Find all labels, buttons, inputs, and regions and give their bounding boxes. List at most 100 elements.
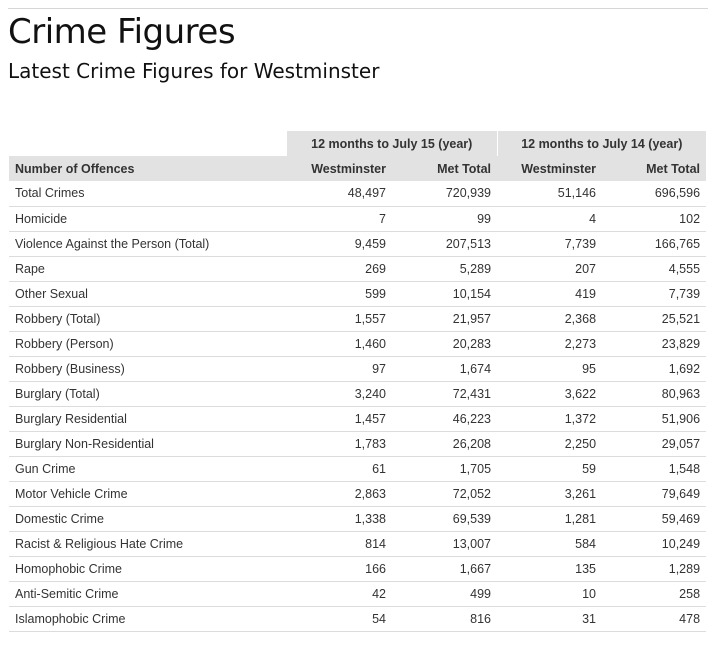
- met-total-2014-cell: 25,521: [602, 306, 707, 332]
- met-total-2015-cell: 20,283: [392, 331, 498, 357]
- met-total-2014-cell: 258: [602, 581, 707, 607]
- westminster-2014-cell: 51,146: [497, 181, 603, 207]
- offence-name-cell: Burglary Residential: [9, 406, 287, 432]
- met-total-2014-cell: 696,596: [602, 181, 707, 207]
- westminster-2014-cell: 2,250: [497, 431, 603, 457]
- offence-name-cell: Racist & Religious Hate Crime: [9, 531, 287, 557]
- offence-name-cell: Burglary (Total): [9, 381, 287, 407]
- westminster-2014-cell: 584: [497, 531, 603, 557]
- met-total-2014-cell: 59,469: [602, 506, 707, 532]
- westminster-2014-cell: 2,273: [497, 331, 603, 357]
- period-header-2015: 12 months to July 15 (year): [287, 131, 498, 156]
- offence-name-cell: Total Crimes: [9, 181, 287, 207]
- table-row: Rape 269 5,289 207 4,555: [9, 256, 707, 282]
- column-header-westminster-2014: Westminster: [497, 156, 603, 181]
- met-total-2015-cell: 72,431: [392, 381, 498, 407]
- column-header-offences: Number of Offences: [9, 156, 287, 181]
- offence-name-cell: Other Sexual: [9, 281, 287, 307]
- offence-name-cell: Robbery (Person): [9, 331, 287, 357]
- met-total-2014-cell: 1,692: [602, 356, 707, 382]
- period-header-2014: 12 months to July 14 (year): [496, 131, 707, 156]
- westminster-2014-cell: 59: [497, 456, 603, 482]
- table-row: Motor Vehicle Crime 2,863 72,052 3,261 79,64…: [9, 481, 707, 507]
- table-row: Total Crimes 48,497 720,939 51,146 696,596: [9, 181, 707, 207]
- westminster-2014-cell: 31: [497, 606, 603, 632]
- met-total-2014-cell: 51,906: [602, 406, 707, 432]
- table-row: Homophobic Crime 166 1,667 135 1,289: [9, 556, 707, 582]
- column-header-row: Number of Offences Westminster Met Total…: [9, 156, 707, 181]
- westminster-2014-cell: 2,368: [497, 306, 603, 332]
- column-header-met-total-2015: Met Total: [392, 156, 498, 181]
- period-header-row: 12 months to July 15 (year) 12 months to…: [9, 131, 707, 156]
- table-body: Total Crimes 48,497 720,939 51,146 696,596 Ho…: [9, 181, 707, 632]
- westminster-2015-cell: 3,240: [287, 381, 392, 407]
- met-total-2015-cell: 46,223: [392, 406, 498, 432]
- westminster-2014-cell: 10: [497, 581, 603, 607]
- westminster-2014-cell: 135: [497, 556, 603, 582]
- offence-name-cell: Homophobic Crime: [9, 556, 287, 582]
- table-row: Burglary Residential 1,457 46,223 1,372 51,9…: [9, 406, 707, 432]
- westminster-2015-cell: 2,863: [287, 481, 392, 507]
- met-total-2014-cell: 102: [602, 206, 707, 232]
- offence-name-cell: Motor Vehicle Crime: [9, 481, 287, 507]
- table-row: Homicide 7 99 4 102: [9, 206, 707, 232]
- met-total-2015-cell: 1,705: [392, 456, 498, 482]
- offence-name-cell: Domestic Crime: [9, 506, 287, 532]
- met-total-2015-cell: 720,939: [392, 181, 498, 207]
- offence-name-cell: Rape: [9, 256, 287, 282]
- westminster-2015-cell: 1,460: [287, 331, 392, 357]
- met-total-2014-cell: 10,249: [602, 531, 707, 557]
- offence-name-cell: Robbery (Total): [9, 306, 287, 332]
- header-spacer: [9, 131, 287, 156]
- met-total-2015-cell: 72,052: [392, 481, 498, 507]
- westminster-2015-cell: 42: [287, 581, 392, 607]
- offence-name-cell: Violence Against the Person (Total): [9, 231, 287, 257]
- met-total-2015-cell: 21,957: [392, 306, 498, 332]
- table-row: Racist & Religious Hate Crime 814 13,007 58…: [9, 531, 707, 557]
- table-row: Burglary (Total) 3,240 72,431 3,622 80,963: [9, 381, 707, 407]
- met-total-2015-cell: 499: [392, 581, 498, 607]
- table-row: Robbery (Business) 97 1,674 95 1,692: [9, 356, 707, 382]
- offence-name-cell: Islamophobic Crime: [9, 606, 287, 632]
- offence-name-cell: Gun Crime: [9, 456, 287, 482]
- met-total-2014-cell: 7,739: [602, 281, 707, 307]
- met-total-2015-cell: 13,007: [392, 531, 498, 557]
- met-total-2015-cell: 10,154: [392, 281, 498, 307]
- met-total-2014-cell: 80,963: [602, 381, 707, 407]
- westminster-2014-cell: 1,281: [497, 506, 603, 532]
- met-total-2014-cell: 1,548: [602, 456, 707, 482]
- westminster-2015-cell: 97: [287, 356, 392, 382]
- met-total-2015-cell: 69,539: [392, 506, 498, 532]
- table-header: 12 months to July 15 (year) 12 months to…: [9, 131, 707, 181]
- westminster-2015-cell: 1,457: [287, 406, 392, 432]
- westminster-2014-cell: 3,622: [497, 381, 603, 407]
- westminster-2015-cell: 48,497: [287, 181, 392, 207]
- table-row: Islamophobic Crime 54 816 31 478: [9, 606, 707, 632]
- crime-figures-table: 12 months to July 15 (year) 12 months to…: [9, 131, 707, 632]
- westminster-2015-cell: 1,338: [287, 506, 392, 532]
- table-row: Robbery (Total) 1,557 21,957 2,368 25,521: [9, 306, 707, 332]
- westminster-2014-cell: 207: [497, 256, 603, 282]
- met-total-2014-cell: 478: [602, 606, 707, 632]
- westminster-2015-cell: 7: [287, 206, 392, 232]
- top-divider: [8, 8, 708, 9]
- page-title: Crime Figures: [8, 12, 236, 52]
- met-total-2015-cell: 99: [392, 206, 498, 232]
- page-subtitle: Latest Crime Figures for Westminster: [8, 59, 380, 83]
- met-total-2015-cell: 207,513: [392, 231, 498, 257]
- met-total-2015-cell: 1,674: [392, 356, 498, 382]
- westminster-2014-cell: 419: [497, 281, 603, 307]
- met-total-2014-cell: 23,829: [602, 331, 707, 357]
- column-header-met-total-2014: Met Total: [602, 156, 707, 181]
- table-row: Robbery (Person) 1,460 20,283 2,273 23,829: [9, 331, 707, 357]
- westminster-2015-cell: 814: [287, 531, 392, 557]
- westminster-2014-cell: 95: [497, 356, 603, 382]
- westminster-2015-cell: 54: [287, 606, 392, 632]
- met-total-2015-cell: 5,289: [392, 256, 498, 282]
- met-total-2015-cell: 816: [392, 606, 498, 632]
- column-header-westminster-2015: Westminster: [287, 156, 392, 181]
- offence-name-cell: Robbery (Business): [9, 356, 287, 382]
- westminster-2015-cell: 599: [287, 281, 392, 307]
- offence-name-cell: Homicide: [9, 206, 287, 232]
- westminster-2014-cell: 4: [497, 206, 603, 232]
